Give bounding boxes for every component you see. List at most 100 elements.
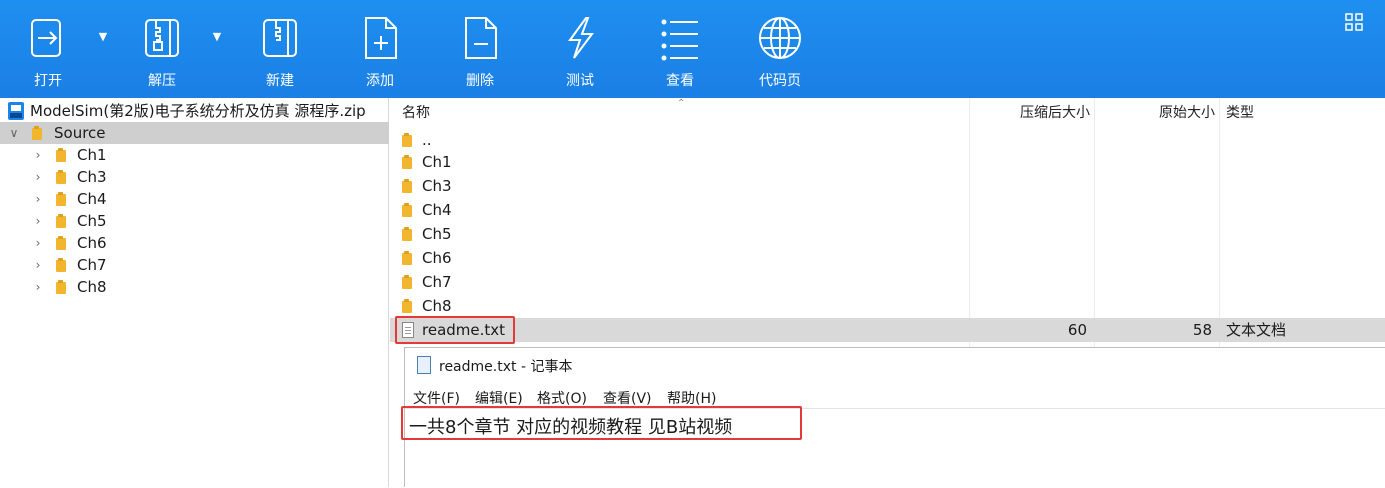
file-name: Ch3	[422, 177, 452, 195]
menu-help[interactable]: 帮助(H)	[667, 388, 716, 408]
open-label: 打开	[34, 73, 62, 89]
column-type-header[interactable]: 类型	[1226, 98, 1254, 128]
open-dropdown-chevron-icon[interactable]: ▼	[96, 30, 110, 44]
folder-icon	[402, 155, 416, 169]
chevron-right-icon[interactable]: ›	[32, 210, 44, 232]
folder-icon	[402, 133, 416, 147]
list-item[interactable]: Ch4	[390, 198, 1385, 222]
chevron-right-icon[interactable]: ›	[32, 254, 44, 276]
toolbar: 打开 ▼ 解压 ▼ 新建 添加 删除 测试 查看 代码页	[0, 0, 1385, 98]
open-button[interactable]: 打开	[8, 0, 88, 98]
folder-tree: ModelSim(第2版)电子系统分析及仿真 源程序.zip ∨ Source …	[0, 98, 389, 487]
folder-icon	[56, 236, 70, 250]
folder-icon	[402, 227, 416, 241]
file-name: Ch1	[422, 153, 452, 171]
new-archive-icon	[263, 19, 297, 57]
menu-edit[interactable]: 编辑(E)	[475, 388, 523, 408]
folder-icon	[56, 170, 70, 184]
folder-icon	[56, 280, 70, 294]
zip-archive-icon	[8, 102, 24, 120]
extract-label: 解压	[148, 73, 176, 89]
tree-item-ch4[interactable]: › Ch4	[0, 188, 389, 210]
menu-view[interactable]: 查看(V)	[603, 388, 652, 408]
folder-icon	[56, 192, 70, 206]
list-item[interactable]: ..	[390, 128, 1385, 152]
new-archive-label: 新建	[266, 73, 294, 89]
view-button[interactable]: 查看	[640, 0, 720, 98]
tree-item-label: Ch8	[77, 278, 107, 296]
chevron-right-icon[interactable]: ›	[32, 144, 44, 166]
list-item[interactable]: Ch8	[390, 294, 1385, 318]
tree-item-ch6[interactable]: › Ch6	[0, 232, 389, 254]
add-button[interactable]: 添加	[340, 0, 420, 98]
list-header: ⌃ 名称 压缩后大小 原始大小 类型	[390, 98, 1385, 128]
notepad-window: readme.txt - 记事本 文件(F) 编辑(E) 格式(O) 查看(V)…	[401, 347, 1385, 487]
readme-highlight-box	[395, 316, 515, 344]
grid-icon[interactable]	[1344, 12, 1364, 32]
tree-item-label: Ch6	[77, 234, 107, 252]
test-button[interactable]: 测试	[540, 0, 620, 98]
column-name-header[interactable]: 名称	[402, 98, 430, 128]
chevron-right-icon[interactable]: ›	[32, 276, 44, 298]
folder-icon	[56, 258, 70, 272]
tree-item-label: Ch4	[77, 190, 107, 208]
notepad-title: readme.txt - 记事本	[439, 359, 573, 375]
folder-icon	[402, 251, 416, 265]
file-name: Ch5	[422, 225, 452, 243]
notepad-icon	[417, 356, 431, 374]
column-compressed-header[interactable]: 压缩后大小	[970, 98, 1090, 128]
tree-item-label: Ch1	[77, 146, 107, 164]
file-name: Ch4	[422, 201, 452, 219]
tree-item-ch7[interactable]: › Ch7	[0, 254, 389, 276]
tree-item-ch3[interactable]: › Ch3	[0, 166, 389, 188]
compressed-size: 60	[1067, 321, 1087, 339]
sort-up-icon: ⌃	[677, 98, 686, 109]
file-list: ⌃ 名称 压缩后大小 原始大小 类型 .. Ch1 Ch3 Ch4 Ch5 Ch…	[390, 98, 1385, 348]
extract-icon	[145, 19, 179, 57]
tree-archive-label: ModelSim(第2版)电子系统分析及仿真 源程序.zip	[30, 102, 366, 120]
open-icon	[31, 19, 61, 57]
folder-icon	[402, 299, 416, 313]
tree-item-ch8[interactable]: › Ch8	[0, 276, 389, 298]
extract-dropdown-chevron-icon[interactable]: ▼	[210, 30, 224, 44]
tree-item-label: Ch7	[77, 256, 107, 274]
new-archive-button[interactable]: 新建	[240, 0, 320, 98]
add-label: 添加	[366, 73, 394, 89]
file-type: 文本文档	[1226, 321, 1287, 339]
tree-archive-item[interactable]: ModelSim(第2版)电子系统分析及仿真 源程序.zip	[0, 100, 389, 122]
list-item[interactable]: Ch7	[390, 270, 1385, 294]
folder-icon	[32, 126, 46, 140]
codepage-label: 代码页	[759, 73, 801, 89]
list-item[interactable]: Ch1	[390, 150, 1385, 174]
original-size: 58	[1192, 321, 1212, 339]
chevron-right-icon[interactable]: ›	[32, 188, 44, 210]
codepage-button[interactable]: 代码页	[740, 0, 820, 98]
list-item[interactable]: Ch3	[390, 174, 1385, 198]
chevron-right-icon[interactable]: ›	[32, 232, 44, 254]
delete-button[interactable]: 删除	[440, 0, 520, 98]
menu-format[interactable]: 格式(O)	[537, 388, 587, 408]
file-name: Ch8	[422, 297, 452, 315]
list-item[interactable]: Ch6	[390, 246, 1385, 270]
folder-icon	[402, 203, 416, 217]
menu-file[interactable]: 文件(F)	[413, 388, 460, 408]
tree-item-label: Ch5	[77, 212, 107, 230]
list-item-readme[interactable]: readme.txt 60 58 文本文档	[390, 318, 1385, 342]
file-name: ..	[422, 131, 432, 149]
list-item[interactable]: Ch5	[390, 222, 1385, 246]
tree-item-source[interactable]: ∨ Source	[0, 122, 389, 144]
globe-icon	[759, 17, 801, 59]
file-name: Ch7	[422, 273, 452, 291]
extract-button[interactable]: 解压	[122, 0, 202, 98]
add-file-icon	[365, 17, 397, 59]
content-highlight-box	[401, 406, 802, 440]
chevron-down-icon[interactable]: ∨	[8, 122, 20, 144]
tree-item-ch5[interactable]: › Ch5	[0, 210, 389, 232]
tree-item-ch1[interactable]: › Ch1	[0, 144, 389, 166]
column-original-header[interactable]: 原始大小	[1095, 98, 1215, 128]
delete-label: 删除	[466, 73, 494, 89]
chevron-right-icon[interactable]: ›	[32, 166, 44, 188]
folder-icon	[56, 148, 70, 162]
folder-icon	[402, 179, 416, 193]
folder-icon	[56, 214, 70, 228]
